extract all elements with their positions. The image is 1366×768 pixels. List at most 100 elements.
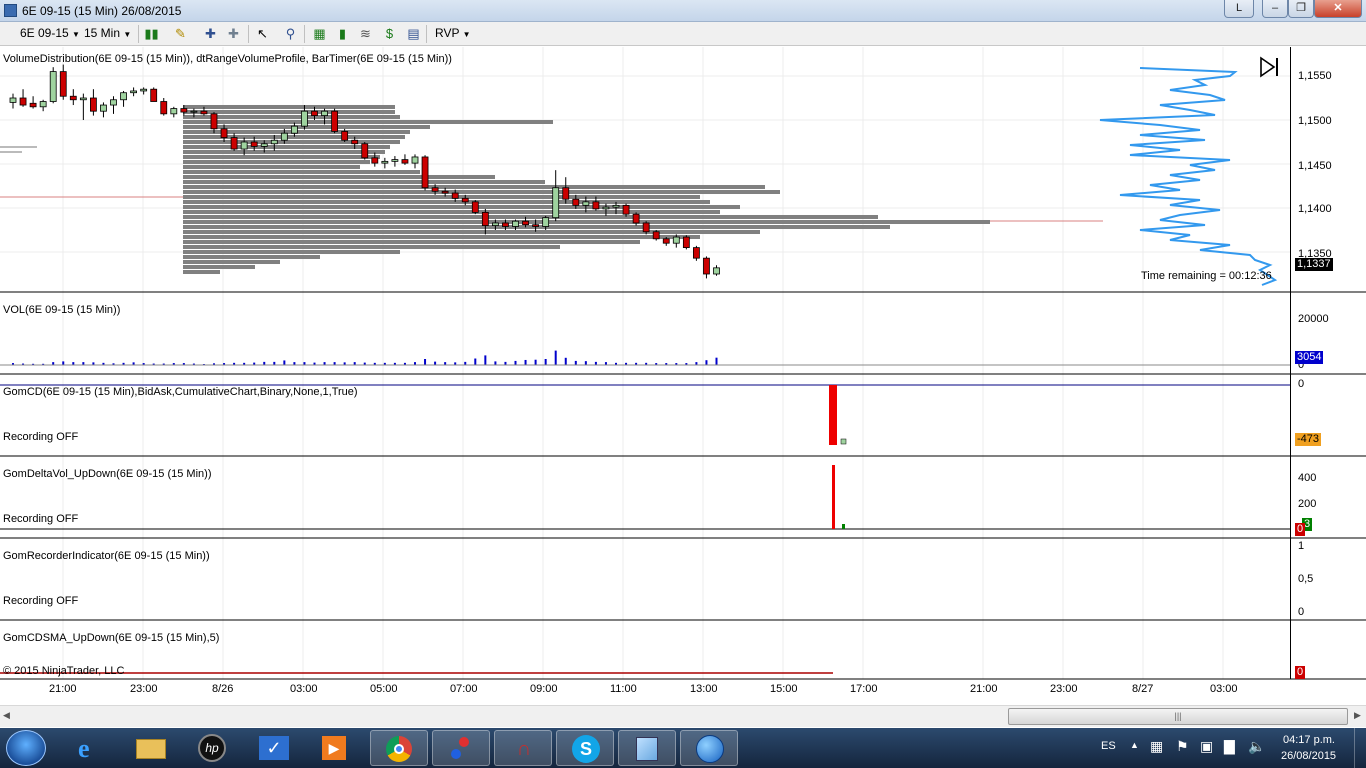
network-icon[interactable]: ▦ xyxy=(1150,738,1163,755)
candle-body xyxy=(471,201,479,213)
hp-icon: hp xyxy=(198,734,226,762)
candle-body xyxy=(240,141,248,150)
chart-canvas[interactable] xyxy=(0,47,1366,705)
ie-icon: e xyxy=(78,734,90,763)
close-button[interactable]: ✕ xyxy=(1314,0,1362,18)
candle-body xyxy=(49,71,57,102)
chart-toolbar: 6E 09-15 ▼ 15 Min ▼ ▮▮ ✎ ✚ ✚ ↖ ⚲ ▦ ▮ ≋ $… xyxy=(0,22,1366,46)
bar-style-icon[interactable]: ▮▮ xyxy=(143,25,160,42)
time-tick: 21:00 xyxy=(970,683,998,695)
time-tick: 8/26 xyxy=(212,683,234,695)
app-taskbar-button[interactable] xyxy=(432,730,490,766)
candle-body xyxy=(79,97,87,101)
hp-taskbar-button[interactable]: hp xyxy=(184,730,242,766)
time-tick: 07:00 xyxy=(450,683,478,695)
candle-body xyxy=(522,220,529,226)
ie-taskbar-button[interactable]: e xyxy=(62,730,120,766)
gomcd-value-tag: -473 xyxy=(1295,433,1322,446)
play-forward-icon[interactable] xyxy=(1259,56,1281,78)
chrome-taskbar-button[interactable] xyxy=(370,730,428,766)
volume-bar xyxy=(584,361,587,365)
language-indicator[interactable]: ES xyxy=(1101,740,1116,752)
candle-body xyxy=(693,247,700,259)
volume-profile-bar xyxy=(183,220,990,224)
candle-body xyxy=(572,198,580,206)
pin-icon[interactable]: ✚ xyxy=(225,25,242,42)
restore-button[interactable]: ❐ xyxy=(1288,0,1314,18)
signal-icon[interactable]: ▇ xyxy=(1224,738,1235,755)
pointer-icon[interactable]: ↖ xyxy=(254,25,271,42)
clock-date[interactable]: 26/08/2015 xyxy=(1281,750,1336,762)
media-taskbar-button[interactable]: ▶ xyxy=(306,730,364,766)
scrollbar-thumb[interactable]: ||| xyxy=(1008,708,1348,725)
chevron-down-icon: ▼ xyxy=(462,30,471,39)
price-tick: 1,1500 xyxy=(1298,115,1332,127)
globe-taskbar-button[interactable] xyxy=(680,730,738,766)
candle-body xyxy=(130,90,138,94)
show-hidden-icons[interactable]: ▲ xyxy=(1130,740,1139,750)
start-button[interactable] xyxy=(6,730,46,766)
candle-body xyxy=(311,110,318,116)
play-icon: ▶ xyxy=(322,736,346,760)
tasks-taskbar-button[interactable]: ✓ xyxy=(246,730,304,766)
skype-taskbar-button[interactable]: S xyxy=(556,730,614,766)
show-desktop-button[interactable] xyxy=(1354,728,1366,768)
toolbar-separator xyxy=(426,25,427,43)
volume-profile-bar xyxy=(183,170,420,174)
candle-body xyxy=(461,197,469,203)
indicators-icon[interactable]: ≋ xyxy=(357,25,374,42)
chart-area[interactable]: VolumeDistribution(6E 09-15 (15 Min)), d… xyxy=(0,47,1366,705)
gomdelta-panel-label: GomDeltaVol_UpDown(6E 09-15 (15 Min)) xyxy=(3,468,212,480)
ninjatrader-taskbar-button[interactable]: ∩ xyxy=(494,730,552,766)
horizontal-scrollbar[interactable]: ◀ ||| ▶ xyxy=(0,705,1366,727)
volume-profile-bar xyxy=(183,145,390,149)
gomrec-panel-label: GomRecorderIndicator(6E 09-15 (15 Min)) xyxy=(3,550,210,562)
time-tick: 8/27 xyxy=(1132,683,1154,695)
time-tick: 23:00 xyxy=(130,683,158,695)
volume-bar xyxy=(705,360,708,365)
candles-icon[interactable]: ▮ xyxy=(334,25,351,42)
window-titlebar: 6E 09-15 (15 Min) 26/08/2015 L – ❐ ✕ xyxy=(0,0,1366,22)
clock-time[interactable]: 04:17 p.m. xyxy=(1283,734,1335,746)
explorer-taskbar-button[interactable] xyxy=(122,730,180,766)
candle-body xyxy=(220,128,228,139)
scroll-left-arrow[interactable]: ◀ xyxy=(3,710,10,721)
crosshair-icon[interactable]: ✚ xyxy=(202,25,219,42)
volume-profile-bar xyxy=(183,110,395,114)
instrument-selector[interactable]: 6E 09-15 ▼ xyxy=(20,26,80,42)
pencil-icon[interactable]: ✎ xyxy=(172,25,189,42)
time-tick: 03:00 xyxy=(1210,683,1238,695)
strategy-icon[interactable]: $ xyxy=(381,25,398,42)
properties-icon[interactable]: ▤ xyxy=(405,25,422,42)
volume-profile-bar xyxy=(183,245,560,249)
order-icon[interactable]: ▦ xyxy=(311,25,328,42)
gomdelta-bar xyxy=(842,524,845,529)
volume-profile-bar xyxy=(183,195,700,199)
volume-bar xyxy=(283,360,286,365)
candle-body xyxy=(532,224,539,227)
gomdelta-zero-tag: 0 xyxy=(1295,523,1306,536)
flag-icon[interactable]: ⚑ xyxy=(1176,738,1189,755)
candle-body xyxy=(361,143,369,159)
candle-body xyxy=(491,222,499,227)
zoom-icon[interactable]: ⚲ xyxy=(282,25,299,42)
volume-bar xyxy=(534,359,537,365)
candle-body xyxy=(391,159,399,162)
minimize-button[interactable]: – xyxy=(1262,0,1288,18)
volume-icon[interactable]: 🔈 xyxy=(1248,738,1265,755)
device-icon[interactable]: ▣ xyxy=(1200,738,1213,755)
link-button[interactable]: L xyxy=(1224,0,1254,18)
volume-profile-bar xyxy=(183,270,220,274)
volume-profile-bar xyxy=(183,215,878,219)
template-label: RVP xyxy=(435,26,460,40)
volume-profile-bar xyxy=(183,240,640,244)
interval-selector[interactable]: 15 Min ▼ xyxy=(84,26,131,42)
scroll-right-arrow[interactable]: ▶ xyxy=(1354,710,1361,721)
candle-body xyxy=(331,110,339,132)
candle-body xyxy=(321,110,328,116)
time-tick: 21:00 xyxy=(49,683,77,695)
candle-body xyxy=(270,139,278,145)
notes-taskbar-button[interactable] xyxy=(618,730,676,766)
volume-profile-bar xyxy=(183,165,360,169)
template-selector[interactable]: RVP ▼ xyxy=(435,26,471,42)
